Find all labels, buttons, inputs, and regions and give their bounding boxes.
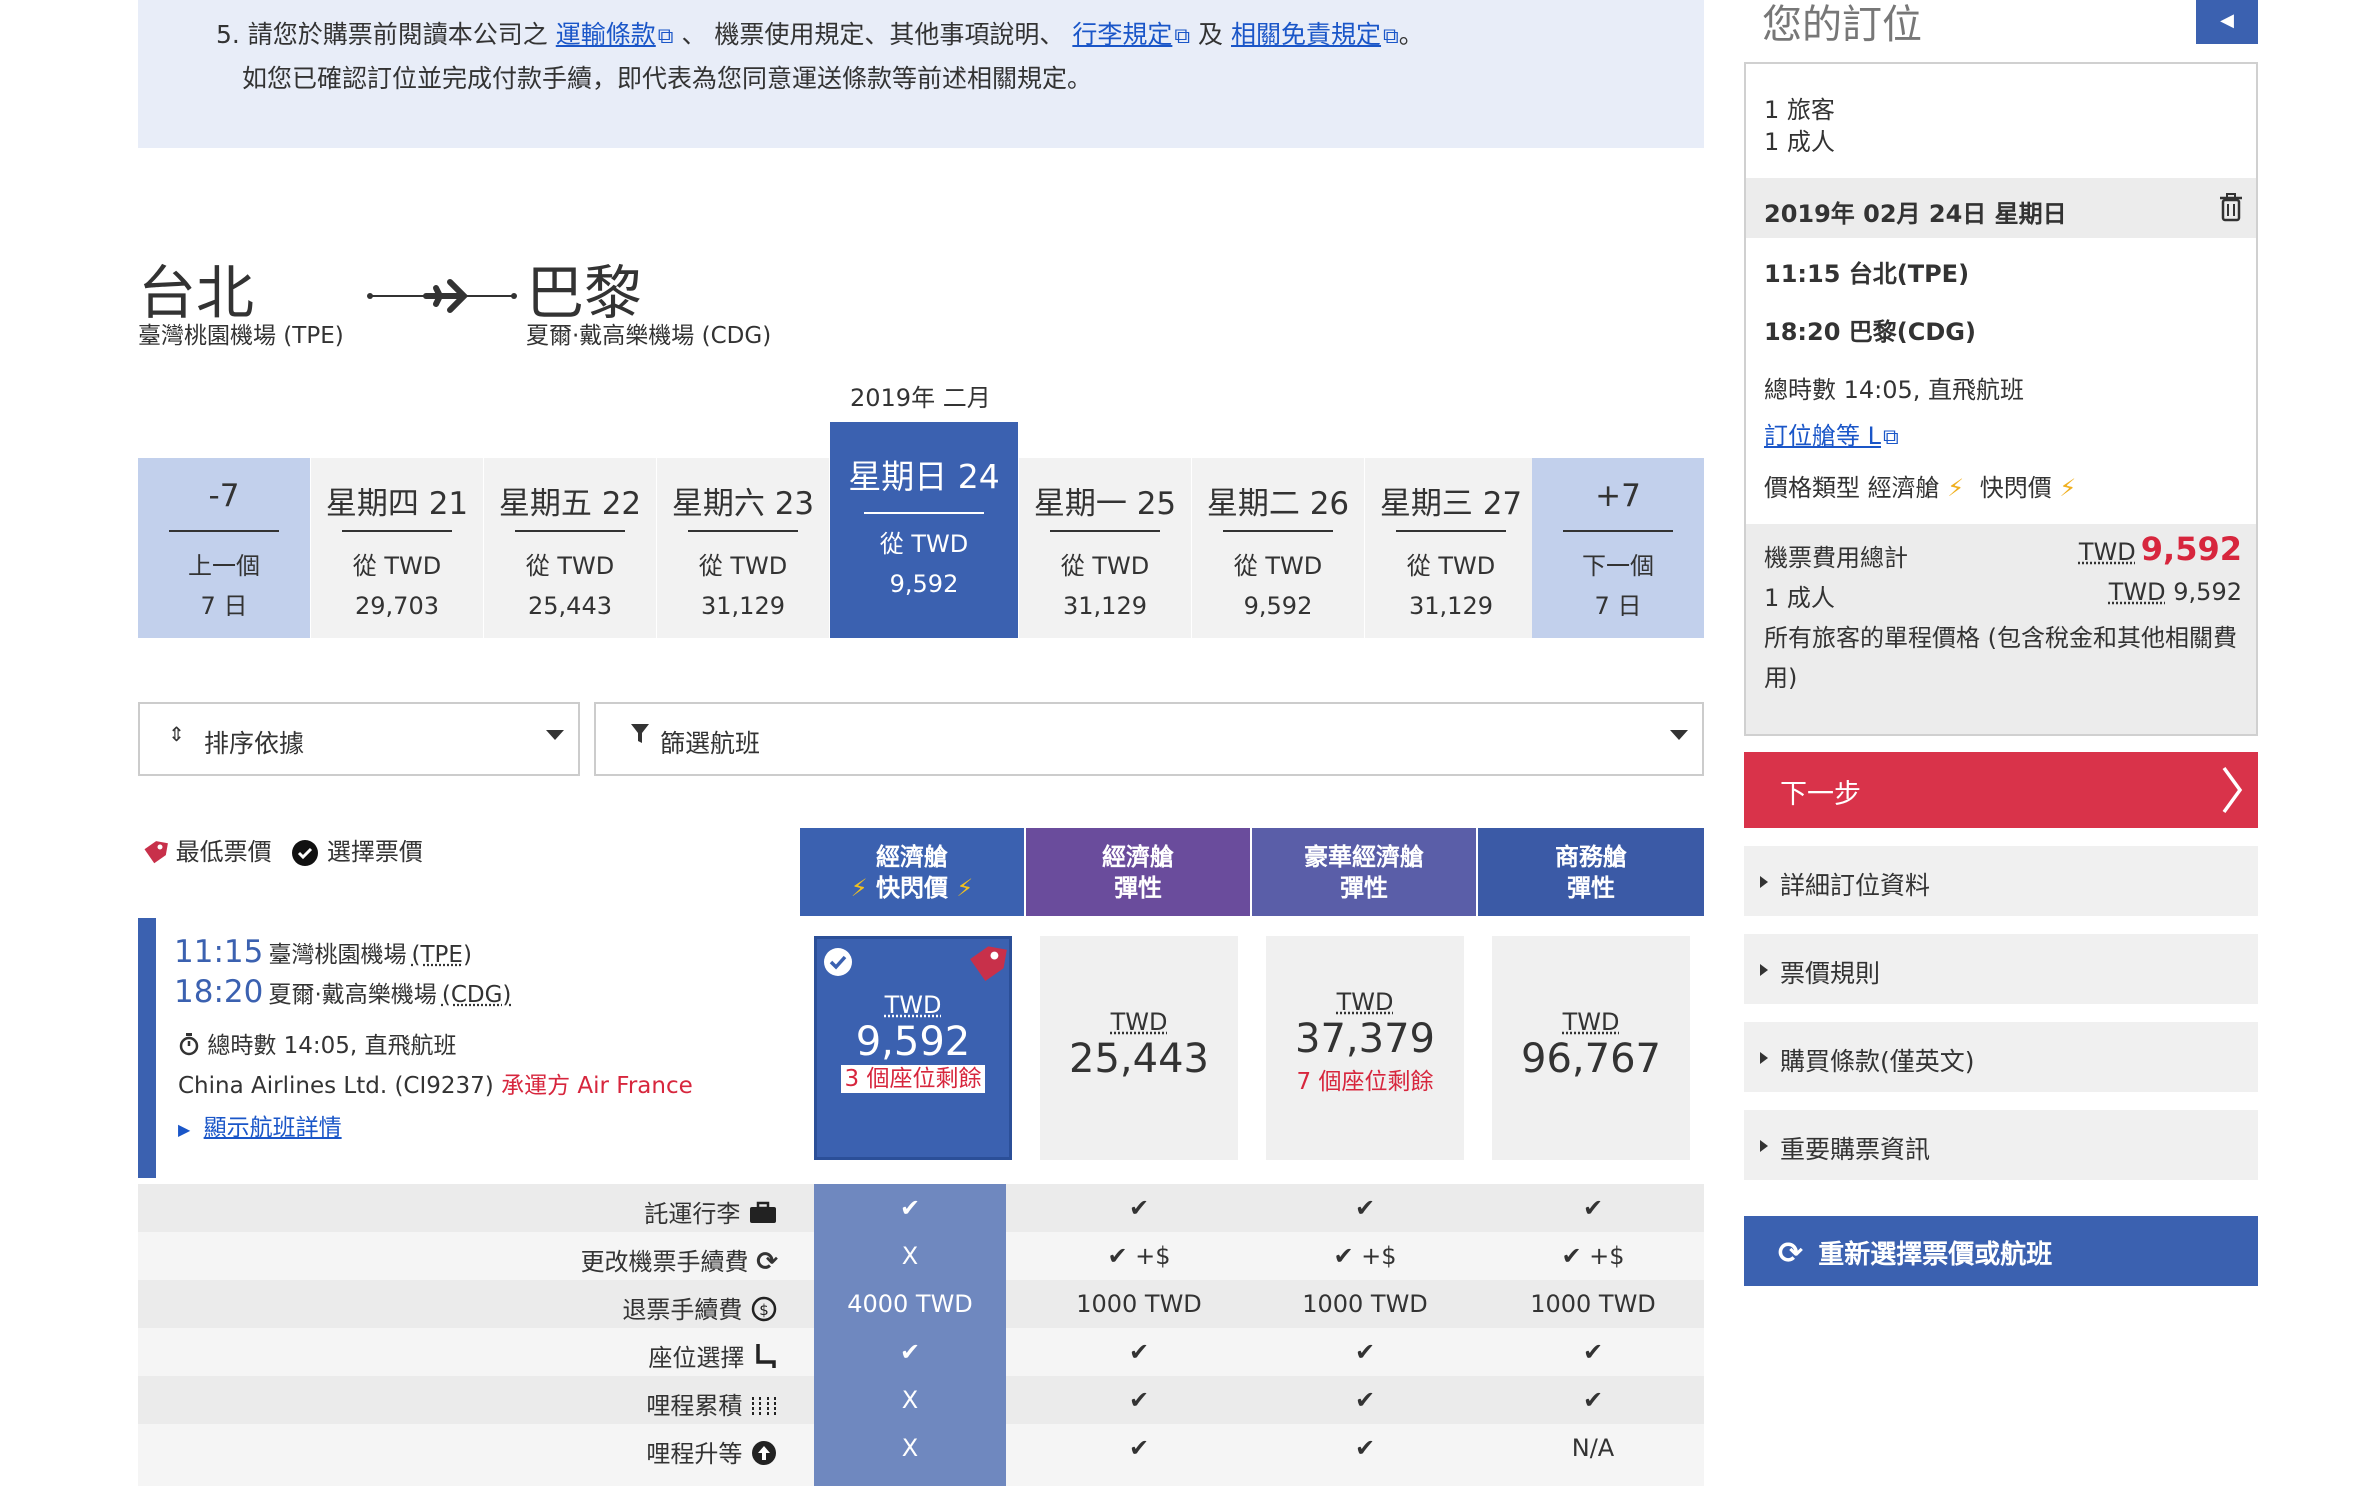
adult-price: TWD 9,592 bbox=[2108, 578, 2242, 606]
seat-icon bbox=[752, 1344, 778, 1372]
collapse-sidebar-button[interactable]: ◀ bbox=[2196, 0, 2258, 44]
suitcase-icon bbox=[748, 1200, 778, 1228]
sidebar-title: 您的訂位 bbox=[1762, 2, 1922, 48]
next-week-button[interactable]: +7 下一個 7 日 bbox=[1532, 458, 1704, 638]
lightning-icon: ⚡ bbox=[2059, 474, 2077, 502]
fare-header-economy-flash: 經濟艙 ⚡ 快閃價 ⚡ bbox=[800, 828, 1024, 916]
fare-box-economy-flash-selected[interactable]: TWD 9,592 3 個座位剩餘 bbox=[814, 936, 1012, 1160]
price-tag-icon bbox=[963, 943, 1007, 991]
refund-icon: $ bbox=[750, 1296, 778, 1324]
date-cell-23[interactable]: 星期六 23 從 TWD 31,129 bbox=[657, 458, 829, 638]
fare-header-business-flex: 商務艙 彈性 bbox=[1478, 828, 1704, 916]
external-link-icon: ⧉ bbox=[1883, 425, 1899, 450]
caret-right-icon bbox=[1760, 964, 1768, 976]
feature-label-refund-fee: 退票手續費 $ bbox=[138, 1290, 778, 1325]
accordion-fare-rules[interactable]: 票價規則 bbox=[1744, 934, 2258, 1004]
feature-label-miles: 哩程累積 bbox=[138, 1386, 778, 1421]
caret-right-icon: ▶ bbox=[178, 1120, 191, 1139]
flight-row-accent bbox=[138, 918, 156, 1178]
accordion-important-info[interactable]: 重要購票資訊 bbox=[1744, 1110, 2258, 1180]
svg-text:$: $ bbox=[759, 1301, 769, 1319]
fare-box-economy-flex[interactable]: TWD 25,443 bbox=[1040, 936, 1238, 1160]
date-cell-24-selected[interactable]: 星期日 24 從 TWD 9,592 bbox=[830, 422, 1018, 638]
external-link-icon: ⧉ bbox=[657, 24, 674, 49]
lightning-icon: ⚡ bbox=[956, 874, 974, 902]
operated-by: 承運方 Air France bbox=[501, 1073, 693, 1099]
sort-dropdown[interactable]: ⇕ 排序依據 bbox=[138, 702, 580, 776]
feature-label-change-fee: 更改機票手續費 ⟳ bbox=[580, 1247, 778, 1277]
booking-summary: 1 旅客 1 成人 2019年 02月 24日 星期日 11:15 台北(TPE… bbox=[1744, 62, 2258, 736]
check-circle-icon bbox=[823, 947, 853, 981]
check-circle-icon bbox=[291, 838, 327, 866]
chevron-down-icon bbox=[1670, 730, 1688, 740]
flight-arrival: 18:20 夏爾·戴高樂機場 (CDG) bbox=[174, 974, 512, 1010]
caret-left-icon: ◀ bbox=[2220, 10, 2234, 31]
flight-duration: 總時數 14:05, 直飛航班 bbox=[178, 1026, 457, 1060]
next-step-button[interactable]: 下一步 bbox=[1744, 752, 2258, 828]
seats-remaining: 3 個座位剩餘 bbox=[840, 1065, 986, 1093]
flight-carrier: China Airlines Ltd. (CI9237) 承運方 Air Fra… bbox=[178, 1073, 693, 1099]
date-cell-27[interactable]: 星期三 27 從 TWD 31,129 bbox=[1365, 458, 1537, 638]
caret-right-icon bbox=[1760, 1052, 1768, 1064]
filter-dropdown[interactable]: 篩選航班 bbox=[594, 702, 1704, 776]
date-cell-21[interactable]: 星期四 21 從 TWD 29,703 bbox=[311, 458, 483, 638]
trash-icon[interactable] bbox=[2218, 192, 2244, 226]
feature-label-baggage: 託運行李 bbox=[138, 1194, 778, 1229]
baggage-rules-link[interactable]: 行李規定 bbox=[1072, 20, 1172, 49]
date-cell-22[interactable]: 星期五 22 從 TWD 25,443 bbox=[484, 458, 656, 638]
caret-right-icon bbox=[1760, 1140, 1768, 1152]
chevron-right-icon bbox=[2220, 764, 2244, 823]
fare-header-economy-flex: 經濟艙 彈性 bbox=[1026, 828, 1250, 916]
prev-week-button[interactable]: -7 上一個 7 日 bbox=[138, 458, 310, 638]
lightning-icon: ⚡ bbox=[850, 874, 868, 902]
terms-notice: 5. 請您於購票前閱讀本公司之 運輸條款⧉ 、 機票使用規定、其他事項說明、 行… bbox=[138, 0, 1704, 148]
chevron-down-icon bbox=[546, 730, 564, 740]
feature-label-upgrade: 哩程升等 bbox=[138, 1434, 778, 1469]
upgrade-icon bbox=[750, 1440, 778, 1468]
price-tag-icon bbox=[140, 838, 176, 866]
miles-icon bbox=[750, 1392, 778, 1420]
lightning-icon: ⚡ bbox=[1947, 474, 1965, 502]
sort-arrows-icon: ⇕ bbox=[168, 722, 185, 746]
legend: 最低票價 選擇票價 bbox=[140, 832, 423, 867]
terms-line-1: 5. 請您於購票前閱讀本公司之 運輸條款⧉ 、 機票使用規定、其他事項說明、 行… bbox=[216, 14, 1704, 58]
stopwatch-icon bbox=[178, 1033, 207, 1059]
date-strip: -7 上一個 7 日 星期四 21 從 TWD 29,703 星期五 22 從 … bbox=[138, 422, 1704, 638]
fare-header-premium-flex: 豪華經濟艙 彈性 bbox=[1252, 828, 1476, 916]
fare-type: 價格類型 經濟艙 ⚡ 快閃價 ⚡ bbox=[1764, 474, 2077, 502]
flight-details-toggle[interactable]: ▶ 顯示航班詳情 bbox=[178, 1108, 342, 1142]
filter-icon bbox=[630, 722, 650, 752]
external-link-icon: ⧉ bbox=[1174, 24, 1191, 49]
destination-airport: 夏爾·戴高樂機場 (CDG) bbox=[526, 323, 772, 349]
date-cell-26[interactable]: 星期二 26 從 TWD 9,592 bbox=[1192, 458, 1364, 638]
flight-departure: 11:15 臺灣桃園機場 (TPE) bbox=[174, 934, 472, 970]
terms-line-2: 如您已確認訂位並完成付款手續，即代表為您同意運送條款等前述相關規定。 bbox=[242, 64, 1093, 93]
external-link-icon: ⧉ bbox=[1383, 24, 1399, 49]
reselect-fare-button[interactable]: ⟳ 重新選擇票價或航班 bbox=[1744, 1216, 2258, 1286]
refresh-icon: ⟳ bbox=[756, 1247, 778, 1277]
fare-box-premium-flex[interactable]: TWD 37,379 7 個座位剩餘 bbox=[1266, 936, 1464, 1160]
disclaimer-link[interactable]: 相關免責規定 bbox=[1231, 20, 1381, 49]
calendar-month-label: 2019年 二月 bbox=[850, 384, 991, 412]
booking-class-link[interactable]: 訂位艙等 L⧉ bbox=[1764, 416, 1899, 451]
total-price: TWD 9,592 bbox=[2078, 530, 2242, 568]
date-cell-25[interactable]: 星期一 25 從 TWD 31,129 bbox=[1019, 458, 1191, 638]
caret-right-icon bbox=[1760, 876, 1768, 888]
origin-airport: 臺灣桃園機場 (TPE) bbox=[138, 323, 344, 349]
carriage-terms-link[interactable]: 運輸條款 bbox=[556, 20, 656, 49]
refresh-icon: ⟳ bbox=[1778, 1236, 1804, 1271]
accordion-purchase-terms[interactable]: 購買條款(僅英文) bbox=[1744, 1022, 2258, 1092]
plane-route-icon bbox=[366, 276, 518, 320]
accordion-booking-details[interactable]: 詳細訂位資料 bbox=[1744, 846, 2258, 916]
fare-box-business-flex[interactable]: TWD 96,767 bbox=[1492, 936, 1690, 1160]
seats-remaining: 7 個座位剩餘 bbox=[1296, 1069, 1434, 1095]
feature-label-seat: 座位選擇 bbox=[138, 1338, 778, 1373]
